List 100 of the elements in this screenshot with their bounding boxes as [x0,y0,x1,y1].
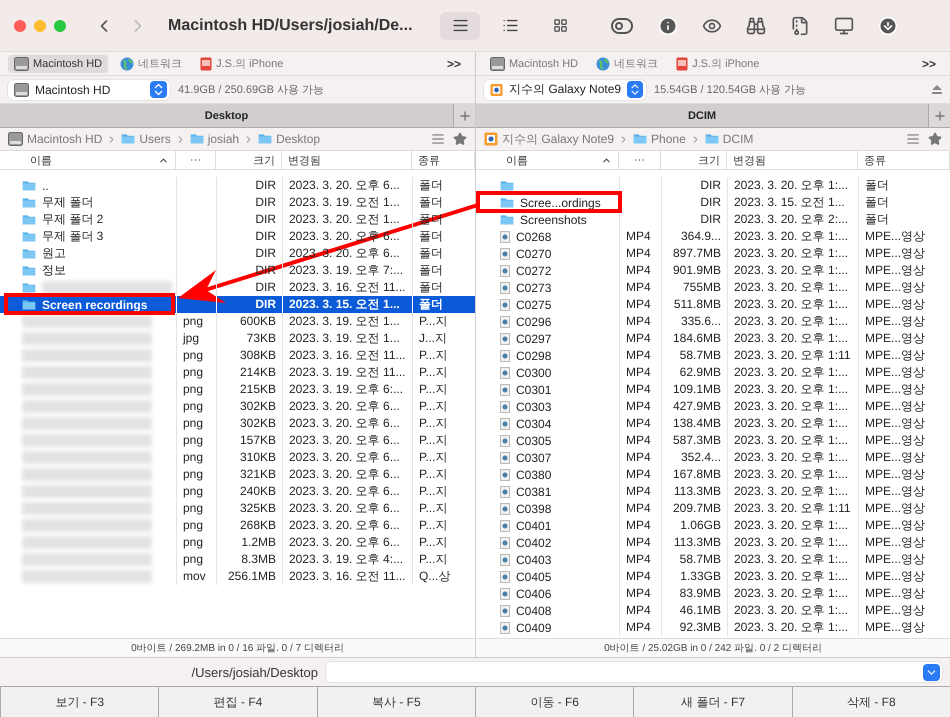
file-row[interactable]: png 325KB 2023. 3. 20. 오후 6... P...지 [0,500,475,517]
eject-icon[interactable] [932,85,942,94]
favorite-location[interactable]: 네트워크 [590,54,664,73]
archive-icon[interactable] [790,16,810,36]
breadcrumb-item[interactable]: josiah [190,132,240,146]
star-icon[interactable] [928,132,942,146]
more-favorites-button[interactable]: >> [916,56,942,72]
file-row[interactable]: mov 256.1MB 2023. 3. 16. 오전 11... Q...상 [0,568,475,585]
file-row[interactable]: C0381 MP4 113.3MB 2023. 3. 20. 오후 1:... MPE...영상 [476,483,950,500]
function-key-button[interactable]: 이동 - F6 [474,687,634,717]
download-icon[interactable] [878,16,898,36]
file-name: C0409 [516,620,552,634]
star-icon[interactable] [453,132,467,146]
add-tab-button[interactable] [928,104,950,127]
folder-icon [22,248,36,260]
file-row[interactable]: C0401 MP4 1.06GB 2023. 3. 20. 오후 1:... MPE...영상 [476,517,950,534]
file-row[interactable]: C0305 MP4 587.3MB 2023. 3. 20. 오후 1:... MPE...영상 [476,432,950,449]
file-row[interactable]: Screenshots DIR 2023. 3. 20. 오후 2:... 폴더 [476,211,950,228]
file-row[interactable]: png 308KB 2023. 3. 16. 오전 11... P...지 [0,347,475,364]
file-row[interactable]: C0380 MP4 167.8MB 2023. 3. 20. 오후 1:... MPE...영상 [476,466,950,483]
file-row[interactable]: Scree...ordings DIR 2023. 3. 15. 오전 1... 폴더 [476,194,950,211]
file-row[interactable]: C0408 MP4 46.1MB 2023. 3. 20. 오후 1:... MPE...영상 [476,602,950,619]
breadcrumb-item[interactable]: Desktop [258,132,320,146]
more-favorites-button[interactable]: >> [440,56,467,72]
file-row[interactable]: 무제 폴더 DIR 2023. 3. 19. 오전 1... 폴더 [0,194,475,211]
file-row[interactable]: C0300 MP4 62.9MB 2023. 3. 20. 오후 1:... MPE...영상 [476,364,950,381]
file-row[interactable]: png 240KB 2023. 3. 20. 오후 6... P...지 [0,483,475,500]
list-icon[interactable] [906,132,920,146]
file-row[interactable]: C0398 MP4 209.7MB 2023. 3. 20. 오후 1:11 MPE...영상 [476,500,950,517]
close-button[interactable] [14,20,26,32]
file-row[interactable]: png 8.3MB 2023. 3. 19. 오후 4:... P...지 [0,551,475,568]
file-row[interactable]: png 310KB 2023. 3. 20. 오후 6... P...지 [0,449,475,466]
file-row[interactable]: png 321KB 2023. 3. 20. 오후 6... P...지 [0,466,475,483]
info-icon[interactable] [658,16,678,36]
add-tab-button[interactable] [453,104,475,127]
file-name: C0270 [516,246,552,260]
file-row[interactable]: C0268 MP4 364.9... 2023. 3. 20. 오후 1:... MPE...영상 [476,228,950,245]
date-cell: 2023. 3. 20. 오후 1:... [727,568,858,585]
size-cell: 364.9... [661,228,727,245]
file-row[interactable]: C0270 MP4 897.7MB 2023. 3. 20. 오후 1:... MPE...영상 [476,245,950,262]
file-row[interactable]: C0405 MP4 1.33GB 2023. 3. 20. 오후 1:... MPE...영상 [476,568,950,585]
size-cell: 335.6... [661,313,727,330]
drive-select[interactable]: 지수의 Galaxy Note9 [484,80,646,100]
video-file-icon [500,486,510,498]
breadcrumb-item[interactable]: Phone [633,132,686,146]
favorite-location[interactable]: J.S.의 iPhone [670,54,766,73]
function-key-button[interactable]: 삭제 - F8 [792,687,950,717]
breadcrumb-item[interactable]: Macintosh HD [8,132,102,146]
monitor-icon[interactable] [834,16,854,36]
file-row[interactable]: png 268KB 2023. 3. 20. 오후 6... P...지 [0,517,475,534]
video-file-icon [500,452,510,464]
file-row[interactable]: C0296 MP4 335.6... 2023. 3. 20. 오후 1:... MPE...영상 [476,313,950,330]
breadcrumb-item[interactable]: 지수의 Galaxy Note9 [484,130,614,148]
favorite-location[interactable]: Macintosh HD [484,54,584,72]
date-cell: 2023. 3. 19. 오후 6:... [282,381,412,398]
file-row[interactable]: C0303 MP4 427.9MB 2023. 3. 20. 오후 1:... MPE...영상 [476,398,950,415]
extension-cell: MP4 [619,279,661,296]
file-row[interactable]: C0298 MP4 58.7MB 2023. 3. 20. 오후 1:11 MPE...영상 [476,347,950,364]
file-row[interactable]: Screen recordings DIR 2023. 3. 15. 오전 1... 폴더 [0,296,475,313]
drive-select[interactable]: Macintosh HD [8,80,170,100]
file-row[interactable]: png 214KB 2023. 3. 19. 오전 11... P...지 [0,364,475,381]
file-row[interactable]: C0307 MP4 352.4... 2023. 3. 20. 오후 1:... MPE...영상 [476,449,950,466]
function-key-button[interactable]: 보기 - F3 [0,687,158,717]
view-mode-button[interactable] [440,12,480,40]
file-row[interactable]: DIR 2023. 3. 20. 오후 1:... 폴더 [476,177,950,194]
file-row[interactable]: jpg 73KB 2023. 3. 19. 오전 1... J...지 [0,330,475,347]
file-row[interactable]: png 302KB 2023. 3. 20. 오후 6... P...지 [0,415,475,432]
file-row[interactable]: C0275 MP4 511.8MB 2023. 3. 20. 오후 1:... MPE...영상 [476,296,950,313]
command-field[interactable] [326,662,942,682]
binoculars-icon[interactable] [746,16,766,36]
favorite-location[interactable]: 네트워크 [114,54,188,73]
breadcrumb-item[interactable]: DCIM [704,132,754,146]
list-icon[interactable] [431,132,445,146]
function-key-button[interactable]: 편집 - F4 [158,687,317,717]
file-row[interactable]: C0402 MP4 113.3MB 2023. 3. 20. 오후 1:... MPE...영상 [476,534,950,551]
file-row[interactable]: png 157KB 2023. 3. 20. 오후 6... P...지 [0,432,475,449]
file-row[interactable]: C0301 MP4 109.1MB 2023. 3. 20. 오후 1:... MPE...영상 [476,381,950,398]
file-row[interactable]: C0272 MP4 901.9MB 2023. 3. 20. 오후 1:... MPE...영상 [476,262,950,279]
dropdown-button[interactable] [923,664,940,680]
file-row[interactable]: C0406 MP4 83.9MB 2023. 3. 20. 오후 1:... MPE...영상 [476,585,950,602]
file-row[interactable]: png 215KB 2023. 3. 19. 오후 6:... P...지 [0,381,475,398]
function-key-button[interactable]: 복사 - F5 [316,687,475,717]
size-cell: 308KB [216,347,282,364]
file-row[interactable]: C0297 MP4 184.6MB 2023. 3. 20. 오후 1:... MPE...영상 [476,330,950,347]
file-row[interactable]: .. DIR 2023. 3. 20. 오후 6... 폴더 [0,177,475,194]
breadcrumb-item[interactable]: Users [121,132,171,146]
function-key-button[interactable]: 새 폴더 - F7 [633,687,792,717]
file-row[interactable]: png 600KB 2023. 3. 19. 오전 1... P...지 [0,313,475,330]
date-cell: 2023. 3. 20. 오후 6... [282,415,412,432]
file-row[interactable]: png 1.2MB 2023. 3. 20. 오후 6... P...지 [0,534,475,551]
type-cell: MPE...영상 [858,551,950,568]
favorite-location[interactable]: Macintosh HD [8,54,108,72]
favorite-location[interactable]: J.S.의 iPhone [194,54,290,73]
file-row[interactable]: C0409 MP4 92.3MB 2023. 3. 20. 오후 1:... MPE...영상 [476,619,950,636]
file-row[interactable]: png 302KB 2023. 3. 20. 오후 6... P...지 [0,398,475,415]
file-name: C0297 [516,332,552,346]
file-row[interactable]: C0304 MP4 138.4MB 2023. 3. 20. 오후 1:... MPE...영상 [476,415,950,432]
file-name: C0303 [516,400,552,414]
file-row[interactable]: C0273 MP4 755MB 2023. 3. 20. 오후 1:... MPE...영상 [476,279,950,296]
file-row[interactable]: C0403 MP4 58.7MB 2023. 3. 20. 오후 1:... MPE...영상 [476,551,950,568]
